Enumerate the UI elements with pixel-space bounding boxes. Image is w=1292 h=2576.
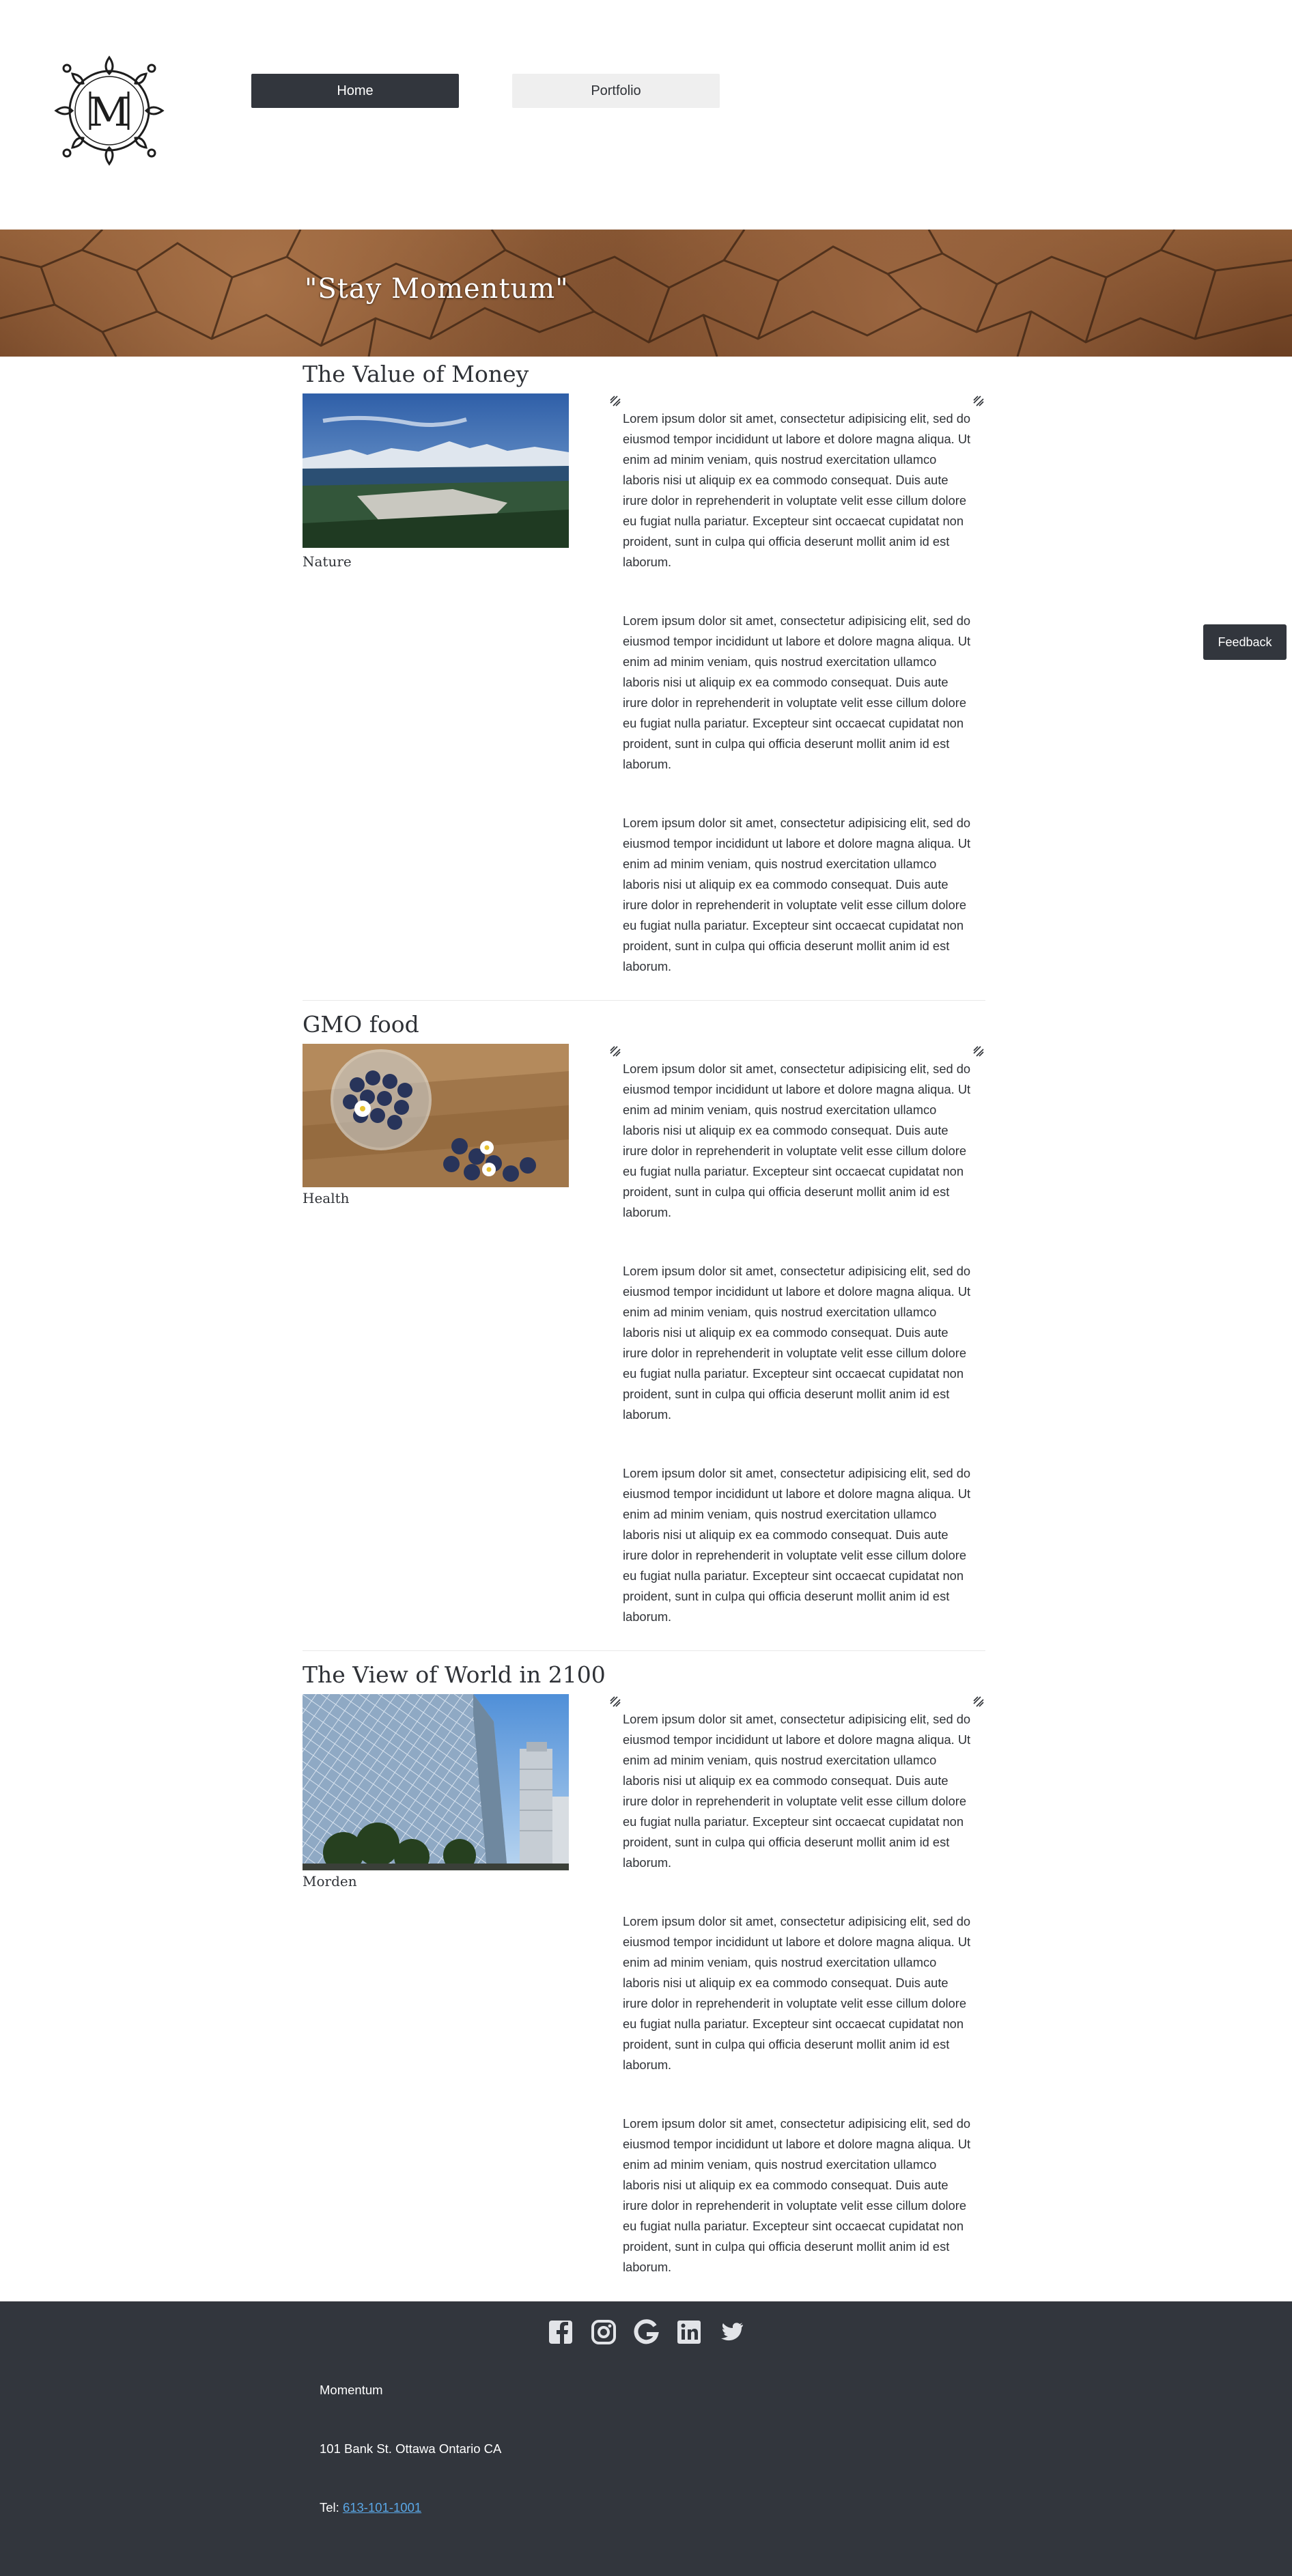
feedback-button[interactable]: Feedback xyxy=(1203,624,1287,660)
quote-close-icon xyxy=(973,1696,984,1707)
article-title[interactable]: The Value of Money xyxy=(303,361,529,387)
article-title[interactable]: The View of World in 2100 xyxy=(303,1661,606,1688)
site-header: M Home Portfolio xyxy=(0,0,1292,230)
article: GMO food Health Lorem ipsum dolor sit am… xyxy=(0,1011,1292,1653)
quote-open-icon xyxy=(610,396,621,406)
article: The Value of Money Nature Lorem ipsum do… xyxy=(0,361,1292,1003)
article-paragraph: Lorem ipsum dolor sit amet, consectetur … xyxy=(623,613,971,771)
footer-company: Momentum xyxy=(320,2383,383,2397)
quote-close-icon xyxy=(973,396,984,406)
article: The View of World in 2100 Morden Lorem i… xyxy=(0,1661,1292,2290)
article-paragraph: Lorem ipsum dolor sit amet, consectetur … xyxy=(623,1466,971,1624)
nav-home-button[interactable]: Home xyxy=(251,74,459,108)
cracked-earth-texture xyxy=(0,230,1292,357)
facebook-icon[interactable] xyxy=(546,2318,575,2346)
article-paragraph: Lorem ipsum dolor sit amet, consectetur … xyxy=(623,1914,971,2072)
quote-open-icon xyxy=(610,1046,621,1057)
instagram-icon[interactable] xyxy=(589,2318,618,2346)
article-paragraph: Lorem ipsum dolor sit amet, consectetur … xyxy=(623,411,971,569)
article-paragraph: Lorem ipsum dolor sit amet, consectetur … xyxy=(623,2116,971,2274)
article-paragraph: Lorem ipsum dolor sit amet, consectetur … xyxy=(623,1264,971,1422)
article-paragraph: Lorem ipsum dolor sit amet, consectetur … xyxy=(623,1712,971,1870)
article-category: Nature xyxy=(303,553,352,570)
hero-title: "Stay Momentum" xyxy=(305,273,569,305)
article-category: Health xyxy=(303,1190,350,1206)
footer-phone-link[interactable]: 613-101-1001 xyxy=(343,2500,421,2515)
quote-close-icon xyxy=(973,1046,984,1057)
google-icon[interactable] xyxy=(632,2318,660,2346)
quote-open-icon xyxy=(610,1696,621,1707)
footer-phone-line: Tel: 613-101-1001 xyxy=(320,2500,421,2515)
footer-address: 101 Bank St. Ottawa Ontario CA xyxy=(320,2441,502,2456)
article-paragraph: Lorem ipsum dolor sit amet, consectetur … xyxy=(623,1062,971,1219)
article-title[interactable]: GMO food xyxy=(303,1011,419,1038)
hero-banner: "Stay Momentum" xyxy=(0,230,1292,357)
article-image-blueberries[interactable] xyxy=(303,1044,569,1187)
twitter-icon[interactable] xyxy=(717,2318,746,2346)
article-divider xyxy=(303,1650,985,1651)
article-image-mountain-landscape[interactable] xyxy=(303,393,569,548)
article-image-glass-building[interactable] xyxy=(303,1694,569,1870)
social-links xyxy=(546,2318,746,2349)
article-divider xyxy=(303,1000,985,1001)
nav-portfolio-button[interactable]: Portfolio xyxy=(512,74,720,108)
article-paragraph: Lorem ipsum dolor sit amet, consectetur … xyxy=(623,816,971,973)
article-category: Morden xyxy=(303,1873,357,1889)
footer-tel-label: Tel: xyxy=(320,2500,343,2515)
linkedin-icon[interactable] xyxy=(675,2318,703,2346)
logo-letter: M xyxy=(89,89,129,135)
site-footer: Momentum 101 Bank St. Ottawa Ontario CA … xyxy=(0,2301,1292,2576)
logo[interactable]: M xyxy=(48,49,171,172)
